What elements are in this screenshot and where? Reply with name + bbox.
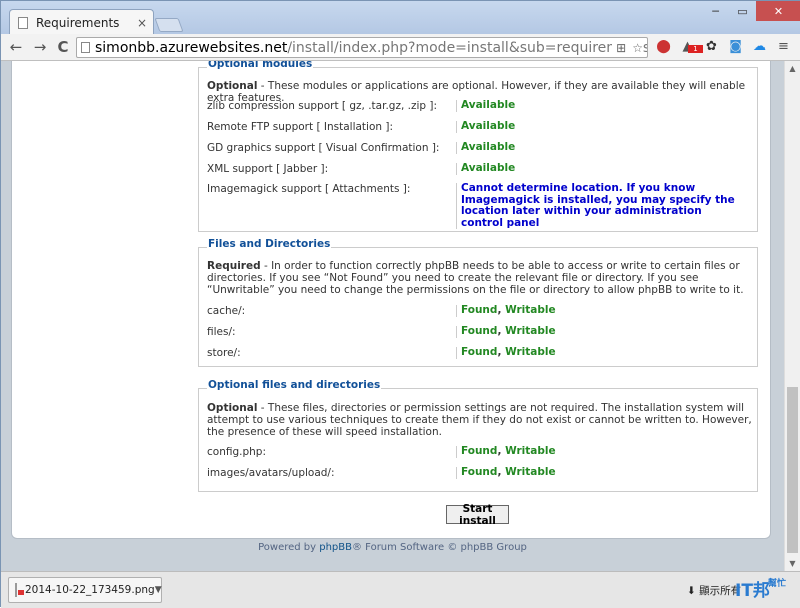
start-install-button[interactable]: Start install <box>446 503 509 527</box>
download-item[interactable]: 2014-10-22_173459.png ▼ <box>8 577 162 603</box>
install-panel: Optional modules Optional - These module… <box>11 61 771 539</box>
scroll-down-arrow-icon[interactable]: ▼ <box>785 556 800 571</box>
status-available: Available <box>456 120 515 133</box>
ithome-watermark-logo: IT邦 幫忙 <box>735 579 787 601</box>
page-icon <box>18 16 28 29</box>
phpbb-link[interactable]: phpBB <box>319 542 352 553</box>
extension-icons: ⬤ ▲1 ✿ ◙ ☁ ≡ <box>656 39 791 54</box>
bookmark-star-icon[interactable]: ☆ <box>632 41 643 55</box>
new-tab-button[interactable] <box>154 18 184 32</box>
section-legend: Optional files and directories <box>207 379 382 391</box>
scroll-up-arrow-icon[interactable]: ▲ <box>785 61 800 76</box>
scrollbar-thumb[interactable] <box>787 387 798 553</box>
page-info-icon[interactable] <box>81 42 90 53</box>
translate-icon[interactable]: ⊞ <box>616 41 626 55</box>
vertical-scrollbar[interactable]: ▲ ▼ <box>784 61 800 571</box>
address-bar[interactable]: simonbb.azurewebsites.net/install/index.… <box>76 37 648 58</box>
status-warning: Cannot determine location. If you know I… <box>456 182 746 229</box>
minimize-button[interactable]: ─ <box>702 1 729 21</box>
notification-badge: 1 <box>688 45 703 53</box>
download-arrow-icon: ⬇ <box>687 585 700 597</box>
notification-bell-icon[interactable]: ▲1 <box>680 39 703 54</box>
page-footer: Powered by phpBB® Forum Software © phpBB… <box>258 542 527 553</box>
map-pin-icon[interactable]: ⬤ <box>656 39 671 54</box>
section-legend: Optional modules <box>207 61 314 70</box>
window-controls: ─ ▭ ✕ <box>702 1 800 21</box>
menu-icon[interactable]: ≡ <box>776 39 791 54</box>
image-file-icon <box>15 583 24 597</box>
url-path: /install/index.php?mode=install&sub=requ… <box>287 39 647 56</box>
tab-title: Requirements <box>36 15 120 30</box>
optional-files-section: Optional files and directories Optional … <box>198 379 758 492</box>
chevron-down-icon[interactable]: ▼ <box>155 585 162 595</box>
status-available: Available <box>456 162 515 175</box>
section-intro: Required - In order to function correctl… <box>207 260 744 296</box>
status-available: Available <box>456 141 515 154</box>
section-legend: Files and Directories <box>207 238 332 250</box>
optional-modules-section: Optional modules Optional - These module… <box>198 61 758 232</box>
browser-toolbar: ← → C simonbb.azurewebsites.net/install/… <box>1 34 800 61</box>
cloud-icon[interactable]: ☁ <box>752 39 767 54</box>
tab-strip: Requirements × ─ ▭ ✕ <box>1 1 800 35</box>
file-status: Found, Writable <box>456 445 556 458</box>
tab-requirements[interactable]: Requirements × <box>9 9 154 35</box>
file-status: Found, Writable <box>456 466 556 479</box>
show-all-downloads-link[interactable]: ⬇ 顯示所有 <box>687 583 741 598</box>
section-intro: Optional - These files, directories or p… <box>207 402 752 438</box>
reload-button[interactable]: C <box>54 38 72 56</box>
browser-window: Requirements × ─ ▭ ✕ ← → C simonbb.azure… <box>0 0 800 608</box>
status-available: Available <box>456 99 515 112</box>
files-directories-section: Files and Directories Required - In orde… <box>198 238 758 367</box>
dir-status: Found, Writable <box>456 325 556 338</box>
maximize-button[interactable]: ▭ <box>729 1 756 21</box>
extension-icon[interactable]: ✿ <box>704 39 719 54</box>
forward-button[interactable]: → <box>31 38 49 56</box>
tab-close-icon[interactable]: × <box>137 16 147 30</box>
dir-status: Found, Writable <box>456 304 556 317</box>
address-bar-icons: ⊞ ☆ <box>612 41 643 55</box>
camera-icon[interactable]: ◙ <box>728 39 743 54</box>
url-host: simonbb.azurewebsites.net <box>95 39 288 56</box>
dir-status: Found, Writable <box>456 346 556 359</box>
page-viewport: Optional modules Optional - These module… <box>1 61 784 571</box>
download-bar: 2014-10-22_173459.png ▼ ⬇ 顯示所有 <box>1 571 800 608</box>
close-window-button[interactable]: ✕ <box>756 1 800 21</box>
back-button[interactable]: ← <box>7 38 25 56</box>
download-file-name: 2014-10-22_173459.png <box>25 584 155 596</box>
